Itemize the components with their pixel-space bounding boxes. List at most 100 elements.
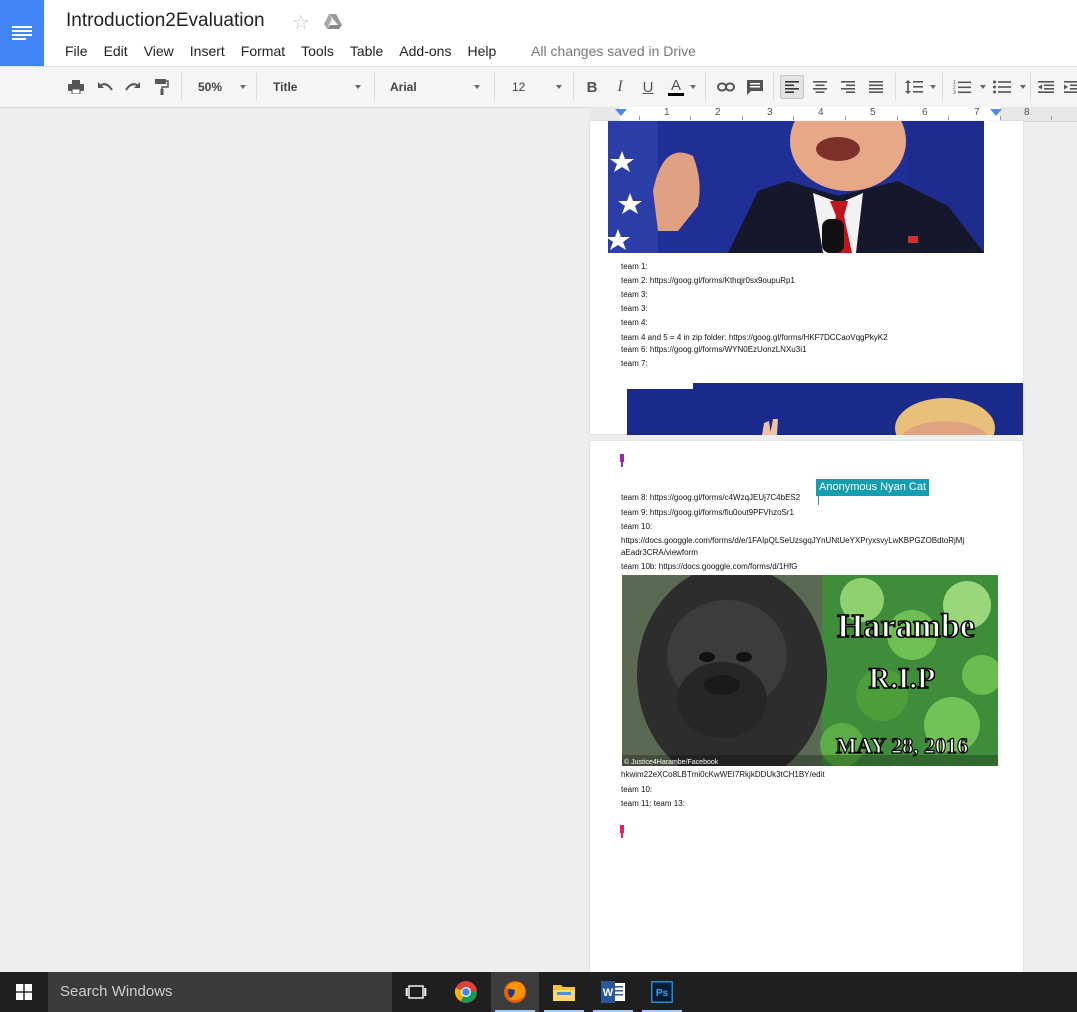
chevron-down-icon[interactable] — [930, 85, 936, 89]
doc-text-line[interactable]: team 9: https://goog.gl/forms/fiu0out9PF… — [621, 508, 794, 518]
firefox-icon[interactable] — [491, 972, 539, 1012]
embedded-image[interactable] — [608, 121, 984, 253]
bulleted-list-icon[interactable] — [990, 75, 1014, 99]
font-size-value: 12 — [512, 80, 526, 94]
star-icon[interactable]: ☆ — [292, 10, 310, 35]
ruler-tick — [897, 116, 898, 120]
text-color-swatch — [668, 92, 684, 96]
chevron-down-icon[interactable] — [1020, 85, 1026, 89]
photoshop-icon[interactable]: Ps — [638, 972, 686, 1012]
doc-text-line[interactable]: team 3: — [621, 290, 648, 300]
toolbar-divider — [494, 73, 495, 101]
style-value: Title — [273, 80, 298, 94]
document-title[interactable]: Introduction2Evaluation — [66, 10, 265, 32]
chrome-icon[interactable] — [442, 972, 490, 1012]
zoom-select[interactable]: 50% — [190, 75, 250, 99]
chevron-down-icon — [355, 85, 361, 89]
doc-text-line[interactable]: aEadr3CRA/viewform — [621, 548, 698, 558]
word-icon[interactable]: W — [589, 972, 637, 1012]
task-view-icon[interactable] — [392, 972, 440, 1012]
menu-insert[interactable]: Insert — [182, 41, 233, 61]
toolbar-divider — [1030, 73, 1031, 101]
toolbar-divider — [705, 73, 706, 101]
redo-icon[interactable] — [121, 75, 145, 99]
bold-button[interactable]: B — [580, 75, 604, 99]
insert-link-icon[interactable] — [714, 75, 738, 99]
search-windows-input[interactable]: Search Windows — [48, 972, 392, 1012]
print-icon[interactable] — [64, 75, 88, 99]
ruler-tick — [793, 116, 794, 120]
menu-addons[interactable]: Add-ons — [391, 41, 459, 61]
collaborator-name-tag: Anonymous Nyan Cat — [816, 479, 929, 496]
doc-text-line[interactable]: team 4: — [621, 318, 648, 328]
undo-icon[interactable] — [93, 75, 117, 99]
numbered-list-icon[interactable]: 123 — [950, 75, 974, 99]
doc-text-line[interactable]: team 2: https://goog.gl/forms/Kthqjr0sx9… — [621, 276, 795, 286]
menu-edit[interactable]: Edit — [96, 41, 136, 61]
embedded-image[interactable] — [627, 383, 1023, 435]
paint-format-icon[interactable] — [150, 75, 174, 99]
embedded-image[interactable]: Harambe R.I.P MAY 28, 2016 © Justice4Har… — [622, 575, 998, 766]
menu-file[interactable]: File — [57, 41, 96, 61]
document-page[interactable]: Anonymous Nyan Cat team 8: https://goog.… — [590, 441, 1023, 972]
ruler-number: 8 — [1024, 107, 1030, 118]
document-page[interactable]: team 1: team 2: https://goog.gl/forms/Kt… — [590, 121, 1023, 435]
move-to-folder-icon[interactable] — [323, 13, 343, 31]
menu-format[interactable]: Format — [233, 41, 293, 61]
underline-button[interactable]: U — [636, 75, 660, 99]
chevron-down-icon[interactable] — [690, 85, 696, 89]
menu-table[interactable]: Table — [342, 41, 391, 61]
chevron-down-icon — [556, 85, 562, 89]
style-select[interactable]: Title — [265, 75, 365, 99]
ruler-number: 1 — [664, 107, 670, 118]
ruler-right-margin — [1000, 107, 1077, 121]
doc-text-line[interactable]: team 10: — [621, 785, 652, 795]
doc-text-line[interactable]: team 8: https://goog.gl/forms/c4WzqJEUj7… — [621, 493, 800, 503]
chevron-down-icon — [240, 85, 246, 89]
image-credit-text: © Justice4Harambe/Facebook — [624, 758, 719, 766]
file-explorer-icon[interactable] — [540, 972, 588, 1012]
doc-text-line[interactable]: team 6: https://goog.gl/forms/WYN0EzUonz… — [621, 345, 806, 355]
rip-text: R.I.P — [869, 662, 936, 695]
ruler-number: 6 — [922, 107, 928, 118]
font-size-select[interactable]: 12 — [502, 75, 566, 99]
svg-text:Ps: Ps — [656, 988, 669, 999]
text-color-button[interactable]: A — [664, 75, 688, 99]
menu-help[interactable]: Help — [459, 41, 504, 61]
align-right-icon[interactable] — [836, 75, 860, 99]
collaborator-caret — [818, 493, 819, 505]
italic-button[interactable]: I — [608, 75, 632, 99]
menu-view[interactable]: View — [136, 41, 182, 61]
zoom-value: 50% — [198, 80, 223, 94]
left-indent-marker[interactable] — [615, 109, 627, 116]
doc-text-line[interactable]: team 4 and 5 = 4 in zip folder: https://… — [621, 333, 888, 343]
line-spacing-icon[interactable] — [902, 75, 926, 99]
right-indent-marker[interactable] — [990, 109, 1002, 116]
increase-indent-icon[interactable] — [1060, 75, 1077, 99]
ruler-number: 4 — [818, 107, 824, 118]
menu-tools[interactable]: Tools — [293, 41, 342, 61]
save-status[interactable]: All changes saved in Drive — [531, 41, 696, 61]
doc-text-line[interactable]: team 1: — [621, 262, 648, 272]
font-select[interactable]: Arial — [382, 75, 484, 99]
doc-text-line[interactable]: https://docs.googgle.com/forms/d/e/1FAIp… — [621, 536, 964, 546]
doc-text-line[interactable]: team 10b: https://docs.googgle.com/forms… — [621, 562, 798, 572]
search-placeholder: Search Windows — [60, 983, 173, 1000]
chevron-down-icon[interactable] — [980, 85, 986, 89]
align-justify-icon[interactable] — [864, 75, 888, 99]
docs-home-icon[interactable] — [0, 0, 44, 66]
ruler-number: 5 — [870, 107, 876, 118]
doc-text-line[interactable]: team 3: — [621, 304, 648, 314]
ruler[interactable]: 1 2 3 4 5 6 7 8 — [590, 107, 1077, 122]
decrease-indent-icon[interactable] — [1034, 75, 1058, 99]
doc-text-line[interactable]: team 11: team 13: — [621, 799, 685, 809]
doc-text-line[interactable]: hkwim22eXCo8LBTmi0cKwWEI7RkjkDDUk3tCH1BY… — [621, 770, 825, 780]
doc-text-line[interactable]: team 10: — [621, 522, 652, 532]
ruler-number: 3 — [767, 107, 773, 118]
insert-comment-icon[interactable] — [743, 75, 767, 99]
doc-text-line[interactable]: team 7: — [621, 359, 648, 369]
align-center-icon[interactable] — [808, 75, 832, 99]
align-left-icon[interactable] — [780, 75, 804, 99]
windows-start-icon[interactable] — [0, 972, 48, 1012]
docs-header: Introduction2Evaluation ☆ File Edit View In… — [0, 0, 1077, 66]
